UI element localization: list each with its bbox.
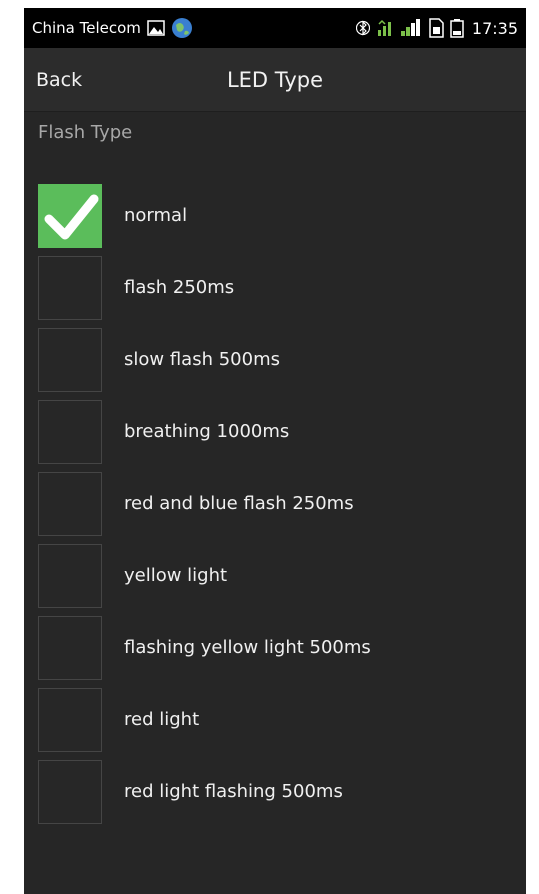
list-item-label: breathing 1000ms [124,421,290,442]
checkbox[interactable] [38,472,102,536]
list-item[interactable]: normal [24,180,526,252]
list-item-label: red light flashing 500ms [124,781,343,802]
list-item[interactable]: red and blue flash 250ms [24,468,526,540]
list-item-label: red light [124,709,200,730]
list-item[interactable]: flash 250ms [24,252,526,324]
action-bar: Back LED Type [24,48,526,112]
page-title: LED Type [226,68,324,92]
status-bar: China Telecom 17:35 [24,8,526,48]
checkbox[interactable] [38,760,102,824]
checkbox[interactable] [38,400,102,464]
checkmark-icon [44,194,99,240]
status-clock: 17:35 [471,18,518,38]
flash-type-list: normal flash 250ms slow flash 500ms breathi… [24,180,526,828]
list-item-label: flash 250ms [124,277,235,298]
globe-icon [171,17,193,39]
list-item[interactable]: red light [24,684,526,756]
bluetooth-icon [355,18,370,38]
checkbox[interactable] [38,544,102,608]
list-item-label: slow flash 500ms [124,349,280,370]
checkbox-checked[interactable] [38,184,102,248]
list-item-label: flashing yellow light 500ms [124,637,371,658]
list-item-label: yellow light [124,565,228,586]
phone-screen: China Telecom 17:35 Back LED Type Flash … [24,8,526,894]
list-item-label: normal [124,205,188,226]
checkbox[interactable] [38,616,102,680]
list-item[interactable]: yellow light [24,540,526,612]
back-button[interactable]: Back [36,48,82,112]
battery-icon [450,18,464,38]
list-item[interactable]: red light flashing 500ms [24,756,526,828]
network-icon [376,18,394,38]
checkbox[interactable] [38,688,102,752]
sim-icon [428,18,444,38]
image-icon [147,20,165,36]
checkbox[interactable] [38,328,102,392]
list-item-label: red and blue flash 250ms [124,493,354,514]
list-item[interactable]: slow flash 500ms [24,324,526,396]
list-item[interactable]: breathing 1000ms [24,396,526,468]
list-item[interactable]: flashing yellow light 500ms [24,612,526,684]
signal-icon [400,18,422,38]
carrier-name: China Telecom [32,19,141,37]
section-title: Flash Type [38,122,133,143]
checkbox[interactable] [38,256,102,320]
